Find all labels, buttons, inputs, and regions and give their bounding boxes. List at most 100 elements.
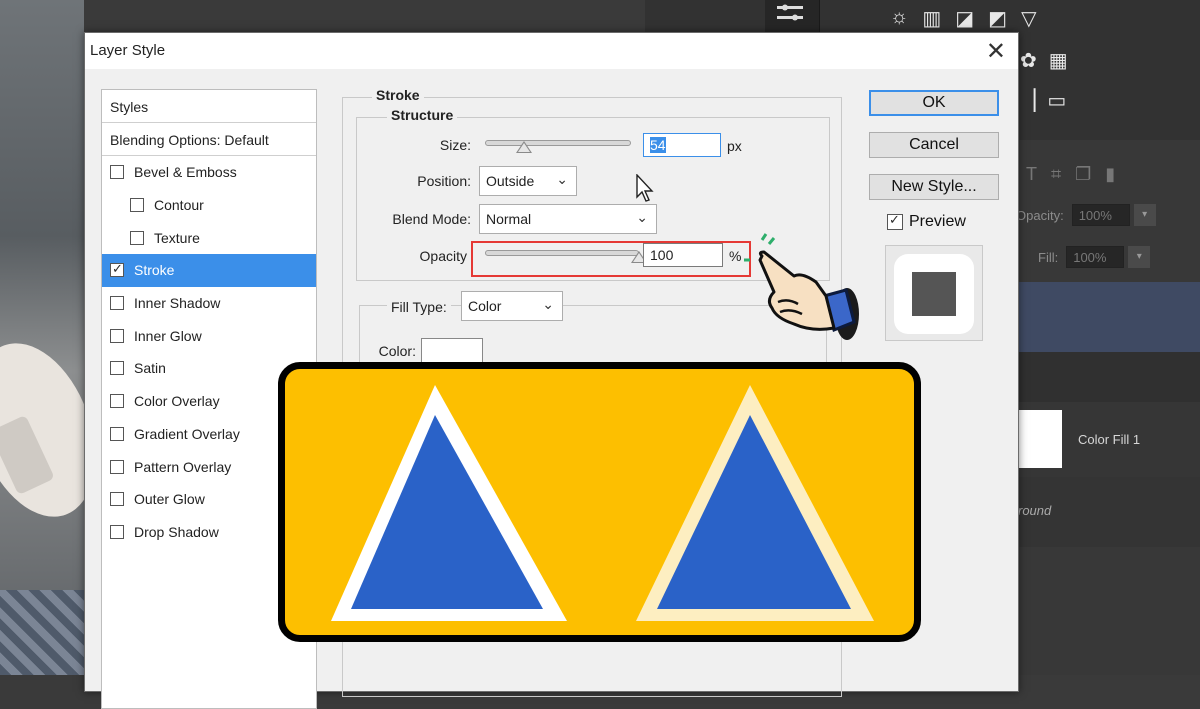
fill-type-select[interactable]: Color ⌄ [461,291,563,321]
style-item-texture[interactable]: Texture [102,221,316,254]
position-select[interactable]: Outside ⌄ [479,166,577,196]
ps-opacity-dropdown[interactable]: ▾ [1133,204,1156,226]
style-item-contour[interactable]: Contour [102,189,316,222]
style-item-label: Outer Glow [134,491,205,508]
style-checkbox[interactable] [110,524,124,539]
style-item-label: Contour [154,197,204,214]
style-item-label: Satin [134,360,166,377]
style-checkbox[interactable] [110,426,124,441]
chevron-down-icon: ⌄ [542,296,554,312]
size-slider-track[interactable] [485,140,631,146]
chevron-down-icon: ⌄ [636,209,648,225]
blending-options-item[interactable]: Blending Options: Default [102,123,316,156]
style-item-inner-shadow[interactable]: Inner Shadow [102,287,316,320]
preview-shape [912,272,956,316]
fill-type-value: Color [468,298,502,314]
ps-background-layer[interactable]: round [1018,477,1200,547]
style-item-label: Color Overlay [134,393,220,410]
color-swatch[interactable] [421,338,483,364]
close-icon[interactable]: ✕ [986,37,1006,66]
ps-tool-strip [765,0,820,32]
preview-thumbnail [885,245,983,341]
new-style-button[interactable]: New Style... [869,174,999,200]
style-checkbox[interactable] [110,492,124,507]
size-input[interactable]: 54 [643,133,721,157]
cancel-button[interactable]: Cancel [869,132,999,158]
ps-color-fill-layer[interactable]: Color Fill 1 [1018,402,1200,477]
ps-selected-layer[interactable] [1018,282,1200,352]
blend-mode-value: Normal [486,211,532,227]
style-item-label: Inner Glow [134,327,202,344]
style-checkbox[interactable] [130,230,144,245]
chevron-down-icon: ⌄ [556,171,568,187]
color-lookup-icon[interactable]: ▦ [1049,48,1068,73]
ps-opacity-row: Opacity: 100% ▾ [1016,204,1156,226]
style-checkbox[interactable] [110,361,124,376]
structure-group-label: Structure [387,107,458,123]
ps-layer-row[interactable] [1018,352,1200,402]
curves-icon[interactable]: ◪ [955,6,974,31]
style-item-label: Gradient Overlay [134,425,240,442]
ps-opacity-field[interactable]: 100% [1071,204,1130,226]
color-label: Color: [378,343,416,359]
ok-button[interactable]: OK [869,90,999,116]
style-checkbox[interactable] [110,394,124,409]
style-checkbox[interactable] [110,261,124,278]
preview-check-icon[interactable] [887,212,903,230]
ps-adjustment-icons-row3: ▕ ▭ [1020,88,1066,113]
blend-mode-label: Blend Mode: [392,211,471,227]
position-label: Position: [417,173,471,189]
exposure-icon[interactable]: ◩ [988,6,1007,31]
triangles-illustration [331,385,874,621]
ps-fill-dropdown[interactable]: ▾ [1128,246,1151,268]
pointing-hand-icon [744,233,859,340]
background-photo [0,0,118,675]
styles-header[interactable]: Styles [102,90,316,123]
type-icon[interactable]: T [1026,164,1037,185]
lock-icon[interactable]: ▮ [1105,164,1115,185]
opacity-highlight-box [471,241,751,277]
gradient-map-icon[interactable]: ▽ [1021,6,1036,31]
blend-mode-select[interactable]: Normal ⌄ [479,204,657,234]
style-item-stroke[interactable]: Stroke [102,254,316,287]
ps-opacity-label: Opacity: [1016,207,1064,223]
ps-adjustment-icons-row2: ✿ ▦ [1020,48,1068,73]
blue-triangle-right [657,415,851,609]
mouse-cursor-icon [636,174,654,202]
channel-mixer-icon[interactable]: ✿ [1020,48,1037,73]
opacity-label: Opacity [419,248,467,264]
style-checkbox[interactable] [110,328,124,343]
style-item-label: Bevel & Emboss [134,164,237,181]
style-item-label: Inner Shadow [134,295,221,312]
style-checkbox[interactable] [110,165,124,180]
size-label: Size: [439,137,471,153]
artboard-icon[interactable]: ❐ [1075,164,1091,185]
preview-checkbox[interactable]: Preview [887,212,966,231]
style-item-bevel-emboss[interactable]: Bevel & Emboss [102,156,316,189]
levels-icon[interactable]: ▥ [922,6,941,31]
style-item-label: Stroke [134,262,175,279]
dialog-title: Layer Style [90,42,166,59]
ps-fill-row: Fill: 100% ▾ [1038,246,1151,268]
style-checkbox[interactable] [110,459,124,474]
style-checkbox[interactable] [110,296,124,311]
sliders-icon[interactable] [765,0,820,32]
size-unit: px [727,138,742,154]
brightness-icon[interactable]: ☼ [890,6,908,31]
gradient-icon[interactable]: ▭ [1047,88,1066,113]
threshold-icon[interactable]: ▕ [1020,88,1035,113]
ps-fill-field[interactable]: 100% [1066,246,1125,268]
style-item-label: Drop Shadow [134,523,219,540]
background-layer-name: round [1018,503,1052,518]
ps-fill-label: Fill: [1038,249,1059,265]
transform-icon[interactable]: ⌗ [1051,164,1061,185]
layer-name: Color Fill 1 [1078,432,1141,447]
style-item-inner-glow[interactable]: Inner Glow [102,319,316,352]
ps-adjustment-icons-row1: ☼ ▥ ◪ ◩ ▽ [890,6,1036,31]
cloth-shape [0,590,84,675]
position-value: Outside [486,173,535,189]
style-checkbox[interactable] [130,198,144,213]
ps-layers-panel: T ⌗ ❐ ▮ Opacity: 100% ▾ Fill: 100% ▾ Col… [1016,140,1200,675]
dialog-titlebar[interactable]: Layer Style ✕ [85,33,1018,69]
size-slider-thumb[interactable] [516,141,533,153]
